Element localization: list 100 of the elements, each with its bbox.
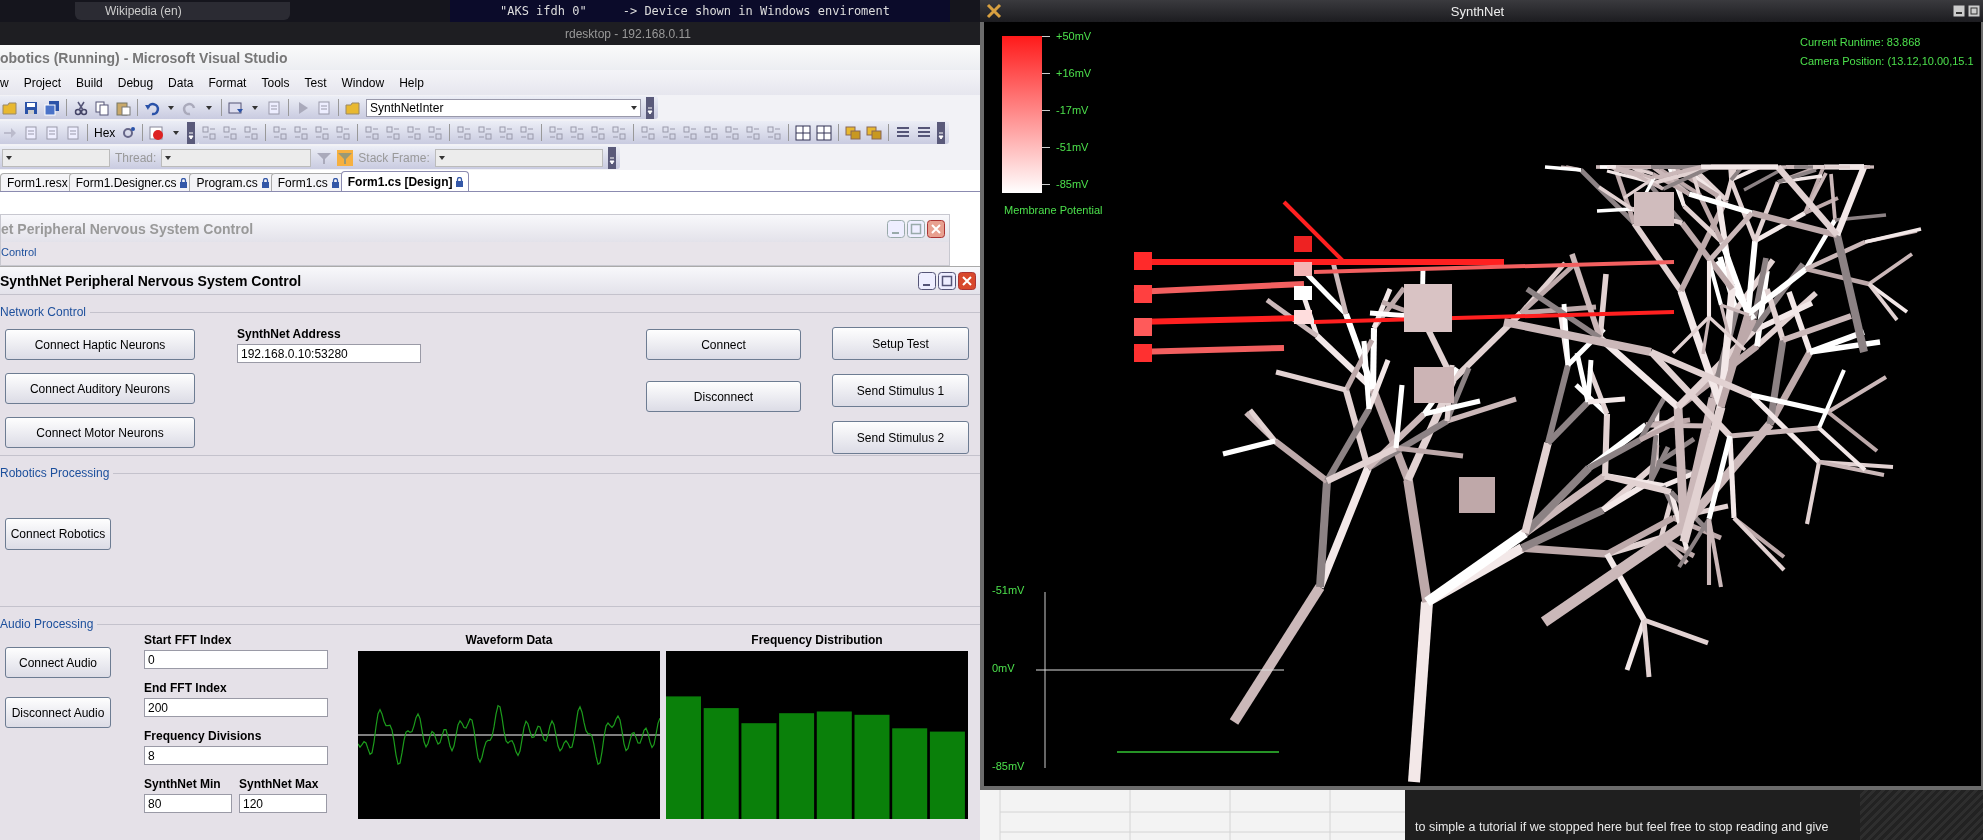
minimize-icon[interactable] bbox=[918, 271, 936, 290]
save-icon[interactable] bbox=[23, 99, 39, 116]
connect-button[interactable]: Connect Motor Neurons bbox=[5, 417, 195, 448]
filter-icon[interactable] bbox=[337, 149, 354, 166]
document-icon[interactable] bbox=[44, 124, 60, 141]
field-label: SynthNet Max bbox=[239, 777, 320, 791]
layout-icon[interactable] bbox=[498, 124, 515, 141]
menu-item[interactable]: Format bbox=[208, 75, 256, 90]
window-title: rdesktop - 192.168.0.11 bbox=[565, 26, 691, 41]
layout-icon[interactable] bbox=[364, 124, 381, 141]
layout-icon[interactable] bbox=[456, 124, 473, 141]
layout-icon[interactable] bbox=[703, 124, 720, 141]
layout-icon[interactable] bbox=[682, 124, 699, 141]
number-field[interactable]: 120 bbox=[239, 794, 327, 813]
maximize-icon[interactable] bbox=[938, 271, 956, 290]
connection-button[interactable]: Disconnect bbox=[646, 381, 801, 412]
window-icon[interactable] bbox=[228, 99, 244, 116]
menu-item[interactable]: Debug bbox=[117, 75, 163, 90]
layout-icon[interactable] bbox=[569, 124, 586, 141]
toolbar-overflow-icon[interactable] bbox=[937, 121, 946, 144]
toolbar-overflow-icon[interactable] bbox=[646, 96, 654, 119]
close-icon[interactable] bbox=[958, 271, 976, 290]
number-field[interactable]: 80 bbox=[144, 794, 232, 813]
menu-item[interactable]: Test bbox=[304, 75, 336, 90]
number-field[interactable]: 200 bbox=[144, 698, 328, 717]
test-button[interactable]: Send Stimulus 2 bbox=[832, 421, 969, 454]
connect-button[interactable]: Connect Haptic Neurons bbox=[5, 329, 195, 360]
toolbar-overflow-icon[interactable] bbox=[607, 146, 616, 169]
layout-icon[interactable] bbox=[201, 124, 218, 141]
test-button[interactable]: Setup Test bbox=[832, 327, 969, 360]
connect-button[interactable]: Connect Auditory Neurons bbox=[5, 373, 195, 404]
menu-item[interactable]: Help bbox=[399, 75, 433, 90]
layout-icon[interactable] bbox=[314, 124, 331, 141]
layout-icon[interactable] bbox=[590, 124, 607, 141]
number-field[interactable]: 0 bbox=[144, 650, 328, 669]
test-button[interactable]: Send Stimulus 1 bbox=[832, 374, 969, 407]
maximize-icon[interactable] bbox=[1968, 5, 1980, 17]
document-tab[interactable]: Form1.cs [Design] bbox=[340, 171, 470, 191]
lock-icon bbox=[260, 177, 270, 188]
document-icon[interactable] bbox=[266, 99, 282, 116]
minimize-icon[interactable] bbox=[1953, 5, 1965, 17]
field-label: Frequency Divisions bbox=[144, 729, 263, 743]
runtime-text: Current Runtime: 83.868 bbox=[1800, 36, 1922, 48]
close-icon[interactable] bbox=[927, 219, 945, 238]
layout-icon[interactable] bbox=[243, 124, 260, 141]
document-icon[interactable] bbox=[65, 124, 81, 141]
layout-icon[interactable] bbox=[406, 124, 423, 141]
lock-icon bbox=[330, 177, 340, 188]
paste-icon[interactable] bbox=[115, 99, 131, 116]
grid-icon[interactable] bbox=[816, 124, 833, 141]
scale-label: -17mV bbox=[1056, 104, 1089, 116]
menu-item[interactable]: w bbox=[0, 75, 18, 90]
layout-icon[interactable] bbox=[724, 124, 741, 141]
layout-icon[interactable] bbox=[611, 124, 628, 141]
layers-icon[interactable] bbox=[866, 124, 883, 141]
layout-icon[interactable] bbox=[519, 124, 536, 141]
layout-icon[interactable] bbox=[272, 124, 289, 141]
menu-item[interactable]: Data bbox=[168, 75, 203, 90]
copy-icon[interactable] bbox=[94, 99, 110, 116]
layout-icon[interactable] bbox=[385, 124, 402, 141]
tutorial-text: to simple a tutorial if we stopped here but feel free to stop reading and give bbox=[1415, 820, 1829, 834]
layout-icon[interactable] bbox=[766, 124, 783, 141]
window-title: obotics (Running) - Microsoft Visual Studio bbox=[0, 49, 288, 66]
terminal-comment: -> Device shown in Windows enviroment bbox=[622, 4, 890, 18]
layout-icon[interactable] bbox=[661, 124, 678, 141]
document-icon[interactable] bbox=[23, 124, 39, 141]
group-legend: Control bbox=[1, 246, 37, 258]
layout-icon[interactable] bbox=[477, 124, 494, 141]
x-logo-icon bbox=[986, 3, 1002, 19]
document-icon[interactable] bbox=[316, 99, 332, 116]
menu-item[interactable]: Project bbox=[23, 75, 71, 90]
toolbar-overflow-icon[interactable] bbox=[187, 121, 196, 144]
connect-robotics-button[interactable]: Connect Robotics bbox=[5, 518, 111, 550]
stack-icon[interactable] bbox=[44, 99, 60, 116]
cut-icon[interactable] bbox=[73, 99, 89, 116]
layers-icon[interactable] bbox=[845, 124, 862, 141]
audio-button[interactable]: Connect Audio bbox=[5, 647, 111, 678]
hex-toggle[interactable]: Hex bbox=[94, 125, 116, 140]
folder-icon[interactable] bbox=[2, 99, 18, 116]
menu-item[interactable]: Build bbox=[76, 75, 112, 90]
layout-icon[interactable] bbox=[427, 124, 444, 141]
menu-item[interactable]: Tools bbox=[261, 75, 299, 90]
trace-scale-label: 0mV bbox=[992, 662, 1015, 674]
configuration-dropdown[interactable]: SynthNetInter bbox=[366, 98, 641, 117]
folder-icon[interactable] bbox=[345, 99, 361, 116]
grid-icon[interactable] bbox=[795, 124, 812, 141]
trace-scale-label: -85mV bbox=[992, 760, 1025, 772]
record-icon[interactable] bbox=[149, 124, 166, 141]
browser-tab[interactable]: Wikipedia (en) bbox=[75, 2, 290, 20]
layout-icon[interactable] bbox=[222, 124, 239, 141]
layout-icon[interactable] bbox=[548, 124, 565, 141]
connection-button[interactable]: Connect bbox=[646, 329, 801, 360]
menu-item[interactable]: Window bbox=[341, 75, 394, 90]
layout-icon[interactable] bbox=[293, 124, 310, 141]
number-field[interactable]: 8 bbox=[144, 746, 328, 765]
layout-icon[interactable] bbox=[335, 124, 352, 141]
audio-button[interactable]: Disconnect Audio bbox=[5, 697, 111, 728]
layout-icon[interactable] bbox=[640, 124, 657, 141]
address-field[interactable]: 192.168.0.10:53280 bbox=[237, 344, 421, 363]
layout-icon[interactable] bbox=[745, 124, 762, 141]
